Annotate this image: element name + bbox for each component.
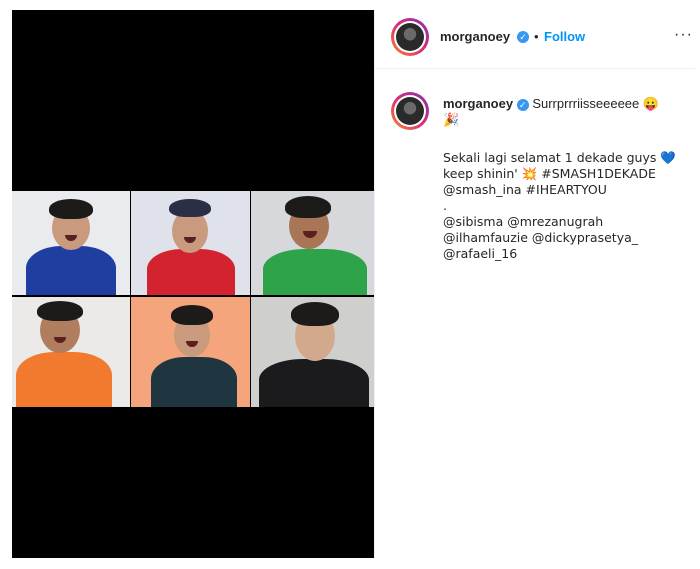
- collage-tile-1: [12, 191, 130, 295]
- caption-line-2: keep shinin' 💥 #SMASH1DEKADE: [443, 166, 656, 181]
- separator-dot: •: [534, 29, 539, 44]
- caption-first-line: Surrprrriisseeeeee 😛: [532, 96, 660, 111]
- caption-avatar[interactable]: [391, 92, 429, 130]
- author-avatar[interactable]: [391, 18, 429, 56]
- video-collage: [12, 191, 374, 407]
- post-sidebar: morganoey ✓ • Follow ··· morganoey ✓ Sur…: [374, 10, 695, 558]
- collage-tile-6: [251, 297, 374, 407]
- post-frame: morganoey ✓ • Follow ··· morganoey ✓ Sur…: [0, 0, 700, 569]
- caption-body: Sekali lagi selamat 1 dekade guys 💙 keep…: [443, 150, 683, 262]
- caption-line-1: Sekali lagi selamat 1 dekade guys 💙: [443, 150, 676, 165]
- post-media-video[interactable]: [12, 10, 374, 558]
- caption-line-4: .: [443, 198, 447, 213]
- collage-tile-4: [12, 297, 130, 407]
- caption-emoji: 🎉: [443, 112, 460, 127]
- collage-tile-2: [131, 191, 250, 295]
- collage-tile-5: [131, 297, 250, 407]
- author-username[interactable]: morganoey: [440, 29, 510, 44]
- collage-tile-3: [251, 191, 374, 295]
- more-options-icon[interactable]: ···: [674, 26, 693, 44]
- caption-line-6[interactable]: @ilhamfauzie @dickyprasetya_: [443, 230, 683, 246]
- caption-header: morganoey ✓ Surrprrriisseeeeee 😛 🎉: [443, 96, 683, 128]
- caption-line-7[interactable]: @rafaeli_16: [443, 246, 683, 262]
- caption-line-5[interactable]: @sibisma @mrezanugrah: [443, 214, 683, 230]
- caption-line-3[interactable]: @smash_ina #IHEARTYOU: [443, 182, 683, 198]
- caption-username[interactable]: morganoey: [443, 96, 513, 111]
- follow-button[interactable]: Follow: [544, 29, 585, 44]
- post-header: morganoey ✓ • Follow ···: [375, 10, 695, 69]
- caption-verified-icon: ✓: [516, 98, 529, 111]
- verified-badge-icon: ✓: [517, 31, 529, 43]
